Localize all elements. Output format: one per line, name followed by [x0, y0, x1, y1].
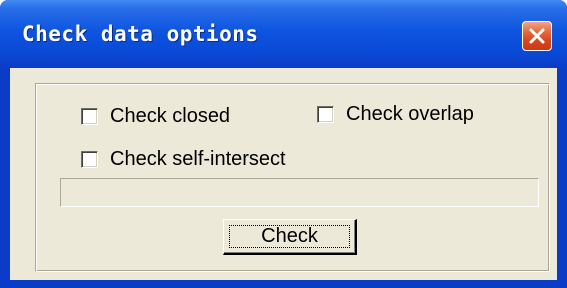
- check-button-label: Check: [261, 225, 318, 247]
- check-self-intersect-checkbox[interactable]: [81, 151, 98, 168]
- check-self-intersect-label: Check self-intersect: [110, 148, 286, 170]
- check-overlap-label: Check overlap: [346, 103, 474, 125]
- check-overlap-checkbox[interactable]: [317, 106, 334, 123]
- check-button[interactable]: Check: [223, 219, 357, 255]
- close-button[interactable]: [522, 21, 552, 51]
- check-closed-label: Check closed: [110, 105, 231, 127]
- dialog-window: Check data options Check closed Check ov…: [0, 0, 567, 288]
- window-title: Check data options: [22, 22, 259, 46]
- title-bar[interactable]: Check data options: [0, 0, 567, 68]
- check-self-intersect-option[interactable]: Check self-intersect: [81, 148, 286, 171]
- dialog-client-area: Check closed Check overlap Check self-in…: [10, 68, 557, 280]
- close-icon: [528, 27, 546, 45]
- check-closed-option[interactable]: Check closed: [81, 105, 230, 128]
- progress-bar: [60, 178, 539, 207]
- check-closed-checkbox[interactable]: [81, 108, 98, 125]
- check-overlap-option[interactable]: Check overlap: [317, 103, 474, 126]
